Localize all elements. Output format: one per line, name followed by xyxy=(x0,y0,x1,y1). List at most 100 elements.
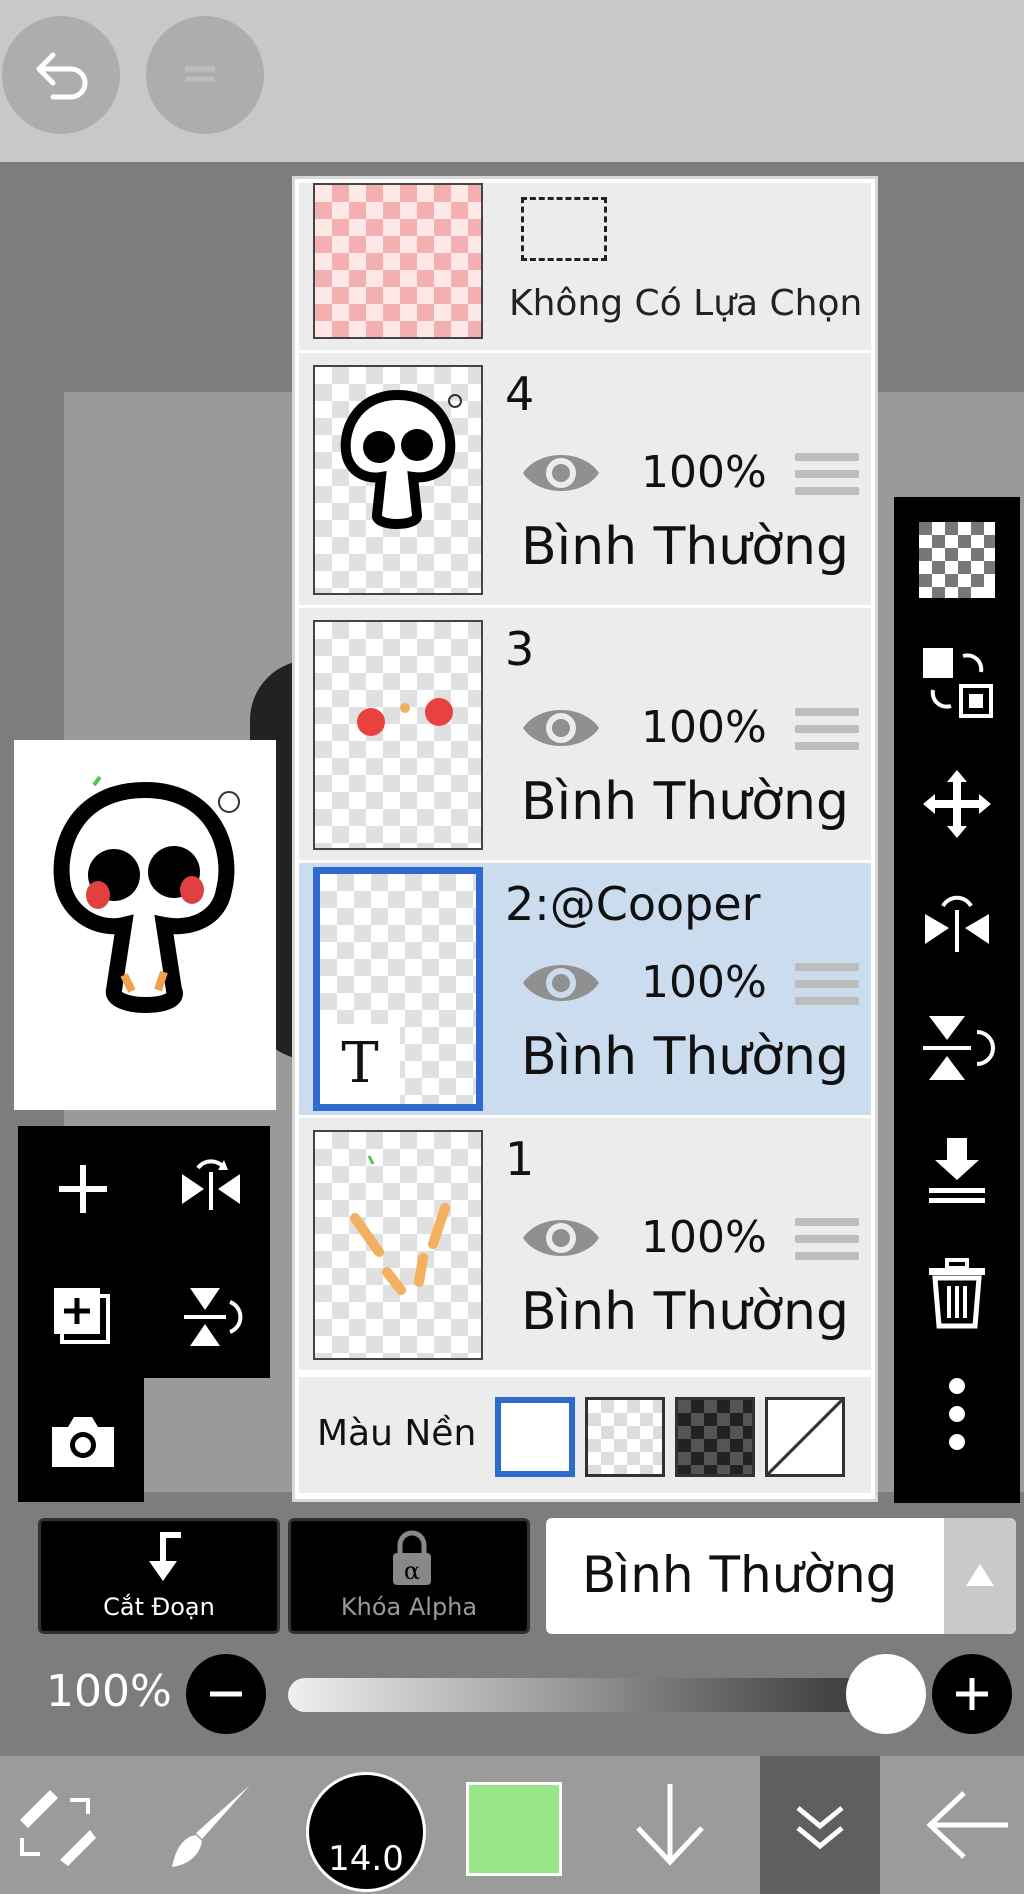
layer-row[interactable]: 1 100% Bình Thường xyxy=(299,1118,871,1373)
opacity-slider[interactable] xyxy=(288,1678,888,1712)
layer-thumbnail: T xyxy=(313,867,483,1111)
blend-mode-select[interactable]: Bình Thường xyxy=(546,1518,1016,1634)
redo-icon xyxy=(185,66,215,82)
layer-row[interactable]: 4 100% Bình Thường xyxy=(299,353,871,608)
brush-size-value: 14.0 xyxy=(328,1839,404,1879)
brush-icon xyxy=(172,1785,250,1867)
chevron-double-down-icon xyxy=(796,1806,844,1850)
layer-opacity: 100% xyxy=(641,1212,767,1263)
layer-blend-mode: Bình Thường xyxy=(521,517,850,577)
left-tool-panel-lower xyxy=(18,1378,144,1502)
swap-layers-button[interactable] xyxy=(912,637,1002,727)
opacity-row: 100% xyxy=(0,1650,1024,1740)
layer-name: 1 xyxy=(505,1132,535,1186)
flip-vertical-button[interactable] xyxy=(166,1272,256,1362)
flip-vertical-icon xyxy=(923,1016,995,1080)
merge-down-button[interactable] xyxy=(912,1125,1002,1215)
flip-horizontal-icon xyxy=(925,895,989,952)
duplicate-layer-icon xyxy=(54,1288,110,1344)
preview-artwork xyxy=(53,775,240,1013)
clip-label: Cắt Đoạn xyxy=(103,1593,215,1621)
minus-icon xyxy=(210,1691,242,1697)
lock-icon: α xyxy=(393,1530,431,1585)
arrow-down-icon xyxy=(636,1784,704,1866)
arrow-left-icon xyxy=(926,1791,1008,1859)
move-icon xyxy=(923,770,991,838)
background-dark-swatch[interactable] xyxy=(675,1397,755,1477)
redo-button[interactable] xyxy=(146,16,264,134)
eye-icon[interactable] xyxy=(519,443,603,503)
plus-icon xyxy=(956,1678,988,1710)
selection-layer-row[interactable]: Không Có Lựa Chọn xyxy=(299,183,871,353)
layer-row-selected[interactable]: T 2:@Cooper 100% Bình Thường xyxy=(299,863,871,1118)
clip-button[interactable]: Cắt Đoạn xyxy=(38,1518,280,1634)
add-layer-button[interactable] xyxy=(38,1144,128,1234)
drag-handle-icon[interactable] xyxy=(795,963,859,1013)
flip-vertical-icon xyxy=(184,1288,243,1346)
scroll-down-button[interactable] xyxy=(620,1756,720,1894)
top-bar xyxy=(0,0,1024,162)
eye-icon[interactable] xyxy=(519,698,603,758)
canvas-preview[interactable] xyxy=(14,740,276,1110)
tool-switch-button[interactable] xyxy=(0,1756,110,1894)
camera-button[interactable] xyxy=(38,1396,128,1486)
camera-icon xyxy=(52,1417,114,1467)
background-white-swatch[interactable] xyxy=(495,1397,575,1477)
undo-icon xyxy=(36,52,88,100)
background-none-swatch[interactable] xyxy=(765,1397,845,1477)
transparency-button[interactable] xyxy=(912,515,1002,605)
selection-status-label: Không Có Lựa Chọn xyxy=(509,283,863,324)
more-options-button[interactable] xyxy=(912,1369,1002,1459)
layer-thumbnail xyxy=(313,365,483,595)
pen-eraser-switch-icon xyxy=(20,1790,96,1866)
alpha-lock-button[interactable]: α Khóa Alpha xyxy=(288,1518,530,1634)
color-swatch-button[interactable] xyxy=(466,1782,562,1876)
flip-horizontal-button[interactable] xyxy=(166,1144,256,1234)
selection-layer-thumbnail xyxy=(313,183,483,339)
drag-handle-icon[interactable] xyxy=(795,1218,859,1268)
text-layer-badge: T xyxy=(320,1024,400,1104)
swap-icon xyxy=(923,648,993,718)
eye-icon[interactable] xyxy=(519,953,603,1013)
brush-size-button[interactable]: 14.0 xyxy=(306,1772,426,1892)
drag-handle-icon[interactable] xyxy=(795,453,859,503)
flip-layer-horizontal-button[interactable] xyxy=(912,881,1002,971)
opacity-slider-knob[interactable] xyxy=(846,1654,926,1734)
layer-thumbnail xyxy=(313,620,483,850)
layer-row[interactable]: 3 100% Bình Thường xyxy=(299,608,871,863)
right-tool-panel xyxy=(894,497,1020,1503)
layer-panel-toggle-button[interactable] xyxy=(760,1756,880,1894)
background-color-label: Màu Nền xyxy=(317,1413,477,1454)
delete-layer-button[interactable] xyxy=(912,1247,1002,1337)
blend-mode-value: Bình Thường xyxy=(582,1546,898,1604)
layer-name: 3 xyxy=(505,622,535,676)
eye-icon[interactable] xyxy=(519,1208,603,1268)
layer-opacity: 100% xyxy=(641,957,767,1008)
layer-opacity: 100% xyxy=(641,702,767,753)
selection-marquee-icon xyxy=(521,197,607,261)
blend-mode-dropdown-button[interactable] xyxy=(944,1518,1016,1634)
checkerboard-icon xyxy=(919,522,995,598)
layer-thumbnail xyxy=(313,1130,483,1360)
layer-blend-mode: Bình Thường xyxy=(521,1027,850,1087)
duplicate-layer-button[interactable] xyxy=(38,1272,128,1362)
background-color-row: Màu Nền xyxy=(299,1377,871,1493)
alpha-lock-label: Khóa Alpha xyxy=(340,1593,478,1621)
trash-icon xyxy=(929,1258,985,1329)
background-transparent-swatch[interactable] xyxy=(585,1397,665,1477)
move-button[interactable] xyxy=(912,759,1002,849)
undo-button[interactable] xyxy=(2,16,120,134)
drag-handle-icon[interactable] xyxy=(795,708,859,758)
brush-button[interactable] xyxy=(150,1756,270,1894)
layer-opacity: 100% xyxy=(641,447,767,498)
more-vertical-icon xyxy=(949,1378,965,1450)
left-tool-panel xyxy=(18,1126,270,1378)
layer-panel: Không Có Lựa Chọn 4 100% Bình Thường 3 1… xyxy=(292,176,878,1502)
back-button[interactable] xyxy=(910,1756,1024,1894)
layer-name: 4 xyxy=(505,367,535,421)
triangle-up-icon xyxy=(966,1564,994,1586)
opacity-decrease-button[interactable] xyxy=(186,1654,266,1734)
plus-icon xyxy=(59,1165,107,1213)
flip-layer-vertical-button[interactable] xyxy=(912,1003,1002,1093)
opacity-increase-button[interactable] xyxy=(932,1654,1012,1734)
